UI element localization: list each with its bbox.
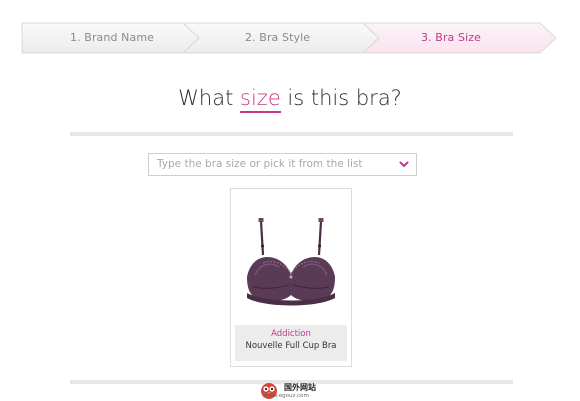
product-card[interactable]: Addiction Nouvelle Full Cup Bra (230, 188, 352, 367)
watermark: 国外网站 www.egouz.com (252, 380, 342, 401)
chevron-down-icon[interactable] (399, 160, 409, 169)
product-brand: Addiction (271, 329, 311, 339)
step-3-label[interactable]: 3. Bra Size (421, 31, 481, 44)
heading-prefix: What (178, 86, 241, 110)
heading-highlight: size (240, 86, 281, 110)
heading-suffix: is this bra? (280, 86, 402, 110)
product-name: Nouvelle Full Cup Bra (245, 341, 337, 351)
top-divider (70, 132, 513, 136)
step-2-label[interactable]: 2. Bra Style (245, 31, 310, 44)
step-1-label[interactable]: 1. Brand Name (70, 31, 154, 44)
size-select-placeholder: Type the bra size or pick it from the li… (157, 158, 363, 170)
watermark-title: 国外网站 (284, 383, 316, 392)
product-caption: Addiction Nouvelle Full Cup Bra (235, 325, 347, 361)
product-image (247, 218, 335, 306)
stepper-background (21, 22, 557, 54)
watermark-url: www.egouz.com (264, 393, 309, 399)
page-heading: What size is this bra? (0, 86, 580, 110)
progress-stepper: 1. Brand Name 2. Bra Style 3. Bra Size (0, 0, 580, 60)
size-select[interactable]: Type the bra size or pick it from the li… (148, 153, 417, 176)
